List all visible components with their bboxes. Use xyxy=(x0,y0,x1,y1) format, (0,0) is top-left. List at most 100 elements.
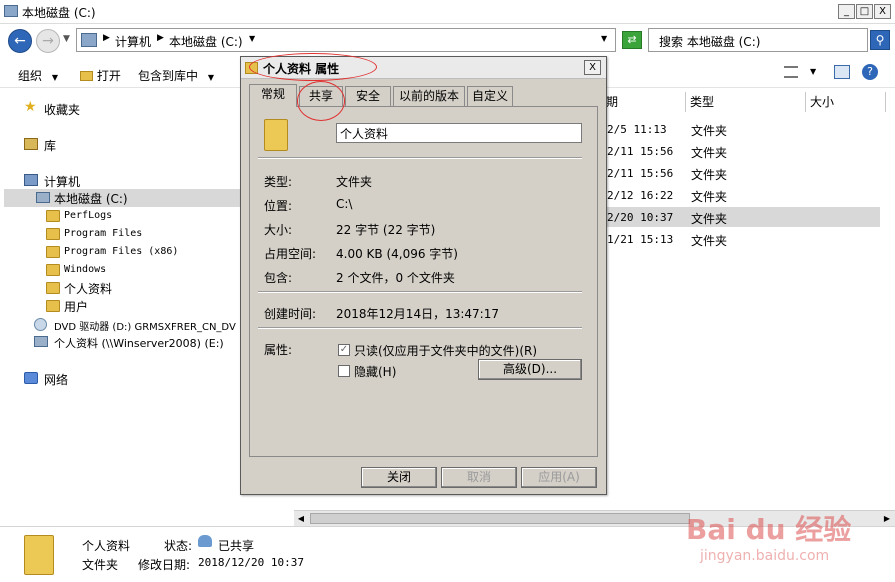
network-drive-icon xyxy=(34,336,48,347)
breadcrumb-local-disk[interactable]: 本地磁盘 (C:) xyxy=(169,33,243,50)
minimize-button[interactable]: _ xyxy=(838,4,855,19)
details-modified-label: 修改日期: xyxy=(138,558,191,572)
window-titlebar: 本地磁盘 (C:) _ □ X xyxy=(0,0,895,24)
file-row-date[interactable]: 2/11 15:56 xyxy=(607,167,673,180)
nav-folder[interactable]: PerfLogs xyxy=(64,210,112,221)
location-label: 位置: xyxy=(264,199,293,213)
chevron-down-icon: ▼ xyxy=(51,73,58,82)
view-options-icon[interactable] xyxy=(784,66,798,78)
column-header-size[interactable]: 大小 xyxy=(806,92,886,112)
users-icon xyxy=(198,535,212,547)
annotation-circle xyxy=(297,81,345,121)
file-row-date[interactable]: 2/12 16:22 xyxy=(607,189,673,202)
search-input[interactable]: 搜索 本地磁盘 (C:) xyxy=(648,28,868,52)
details-modified-value: 2018/12/20 10:37 xyxy=(198,556,304,569)
folder-icon xyxy=(46,282,60,294)
search-placeholder: 搜索 本地磁盘 (C:) xyxy=(659,35,761,49)
help-icon[interactable]: ? xyxy=(862,64,878,80)
tab-customize[interactable]: 自定义 xyxy=(467,86,513,106)
folder-large-icon xyxy=(264,119,288,151)
folder-name-input[interactable]: 个人资料 xyxy=(336,123,582,143)
contains-label: 包含: xyxy=(264,271,293,285)
attributes-label: 属性: xyxy=(264,343,293,357)
annotation-circle xyxy=(249,53,377,81)
dialog-close-button[interactable]: X xyxy=(584,60,601,75)
file-row-type[interactable]: 文件夹 xyxy=(691,188,727,205)
divider xyxy=(258,327,582,329)
folder-icon xyxy=(46,264,60,276)
readonly-label[interactable]: 只读(仅应用于文件夹中的文件)(R) xyxy=(354,342,537,359)
back-button[interactable]: ← xyxy=(8,29,32,53)
nav-folder[interactable]: Program Files (x86) xyxy=(64,246,178,257)
folder-large-icon xyxy=(24,535,54,575)
file-row-date[interactable]: 1/21 15:13 xyxy=(607,233,673,246)
scroll-thumb[interactable] xyxy=(310,513,690,524)
tab-security[interactable]: 安全 xyxy=(345,86,391,106)
created-value: 2018年12月14日，13:47:17 xyxy=(336,307,499,321)
folder-open-icon xyxy=(80,71,93,81)
open-button[interactable]: 打开 xyxy=(80,67,121,84)
drive-icon xyxy=(4,5,18,17)
address-dropdown-icon[interactable]: ▼ xyxy=(601,34,607,43)
breadcrumb-computer[interactable]: 计算机 xyxy=(115,33,151,50)
folder-icon xyxy=(46,210,60,222)
close-button[interactable]: X xyxy=(874,4,891,19)
nav-folder[interactable]: 用户 xyxy=(64,298,88,315)
organize-button[interactable]: 组织 ▼ xyxy=(18,67,58,84)
readonly-checkbox[interactable]: ✓ xyxy=(338,344,350,356)
include-in-library-button[interactable]: 包含到库中 ▼ xyxy=(138,67,214,84)
preview-pane-icon[interactable] xyxy=(834,65,850,79)
chevron-down-icon[interactable]: ▼ xyxy=(249,34,255,43)
nav-folder[interactable]: Program Files xyxy=(64,228,142,239)
column-header-type[interactable]: 类型 xyxy=(686,92,806,112)
nav-dvd-drive[interactable]: DVD 驱动器 (D:) GRMSXFRER_CN_DV xyxy=(54,318,240,333)
chevron-right-icon[interactable]: ▶ xyxy=(103,33,110,43)
nav-favorites[interactable]: 收藏夹 xyxy=(44,101,80,118)
nav-folder[interactable]: Windows xyxy=(64,264,106,275)
details-state-label: 状态: xyxy=(164,539,193,553)
apply-button[interactable]: 应用(A) xyxy=(521,467,597,488)
advanced-button[interactable]: 高级(D)... xyxy=(478,359,582,380)
forward-button[interactable]: → xyxy=(36,29,60,53)
address-field[interactable]: ▶ 计算机 ▶ 本地磁盘 (C:) ▼ ▼ xyxy=(76,28,616,52)
nav-network-drive[interactable]: 个人资料 (\\Winserver2008) (E:) xyxy=(54,335,240,351)
cancel-button[interactable]: 取消 xyxy=(441,467,517,488)
details-name: 个人资料 xyxy=(82,539,131,553)
file-row-type[interactable]: 文件夹 xyxy=(691,144,727,161)
hidden-label[interactable]: 隐藏(H) xyxy=(354,363,396,380)
scroll-right-button[interactable]: ▶ xyxy=(880,511,894,526)
chevron-down-icon[interactable]: ▼ xyxy=(810,67,816,76)
chevron-right-icon[interactable]: ▶ xyxy=(157,33,164,43)
file-row-type[interactable]: 文件夹 xyxy=(691,166,727,183)
close-dialog-button[interactable]: 关闭 xyxy=(361,467,437,488)
scroll-left-button[interactable]: ◀ xyxy=(294,511,308,526)
search-icon[interactable]: ⚲ xyxy=(870,30,890,50)
file-row-date[interactable]: 2/11 15:56 xyxy=(607,145,673,158)
watermark-logo: Bai du 经验 xyxy=(686,513,852,546)
type-value: 文件夹 xyxy=(336,175,373,189)
nav-folder[interactable]: 个人资料 xyxy=(64,280,112,297)
file-row-type[interactable]: 文件夹 xyxy=(691,122,727,139)
disk-size-label: 占用空间: xyxy=(264,247,317,261)
divider xyxy=(258,291,582,293)
nav-computer[interactable]: 计算机 xyxy=(44,173,80,190)
file-row-date[interactable]: 2/20 10:37 xyxy=(607,211,673,224)
nav-network[interactable]: 网络 xyxy=(44,371,68,388)
maximize-button[interactable]: □ xyxy=(856,4,873,19)
file-row-type[interactable]: 文件夹 xyxy=(691,232,727,249)
star-icon: ★ xyxy=(24,99,37,115)
network-icon xyxy=(24,372,38,384)
refresh-button[interactable]: ⇄ xyxy=(622,31,642,49)
navigation-pane xyxy=(0,89,240,526)
hidden-checkbox[interactable] xyxy=(338,365,350,377)
tab-previous-versions[interactable]: 以前的版本 xyxy=(393,86,465,106)
tab-general[interactable]: 常规 xyxy=(249,84,297,107)
folder-icon xyxy=(46,300,60,312)
disk-size-value: 4.00 KB (4,096 字节) xyxy=(336,247,458,261)
file-row-type[interactable]: 文件夹 xyxy=(691,210,727,227)
history-dropdown-icon[interactable]: ▼ xyxy=(63,34,70,44)
nav-libraries[interactable]: 库 xyxy=(44,137,56,154)
file-row-date[interactable]: 2/5 11:13 xyxy=(607,123,667,136)
column-header-date[interactable]: 期 xyxy=(602,92,686,112)
nav-local-disk[interactable]: 本地磁盘 (C:) xyxy=(54,190,128,207)
